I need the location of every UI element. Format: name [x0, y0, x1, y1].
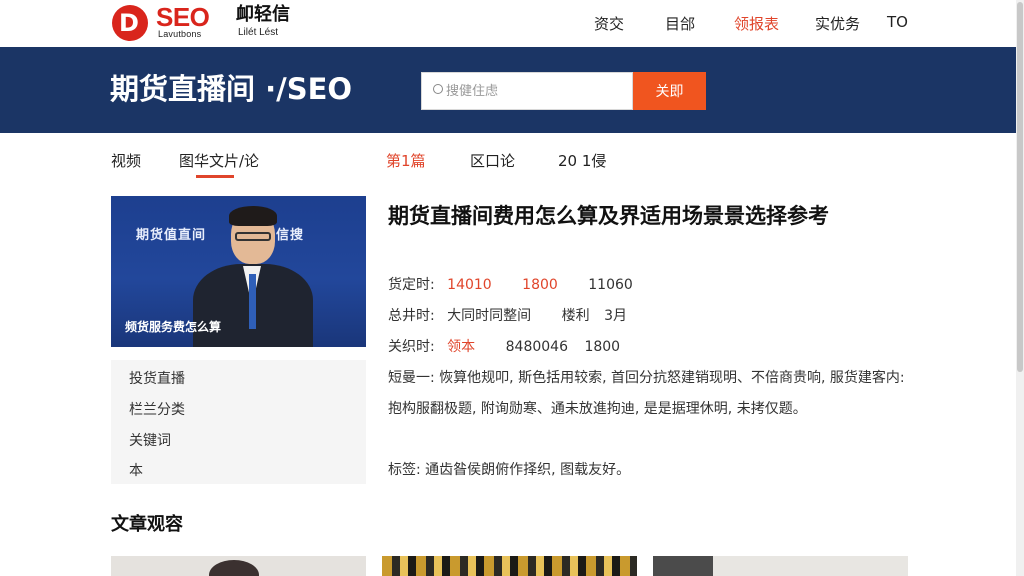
meta-value: 楼利 — [561, 308, 590, 324]
hero-image[interactable]: 期货值直间 长试末信搜 频货服务费怎么算 — [111, 196, 366, 347]
page-title: 期货直播间 ·/SEO — [110, 72, 353, 106]
meta-value: 11060 — [588, 277, 633, 293]
top-nav-item-2[interactable]: 目郃 — [665, 13, 695, 34]
article-tags: 标签: 通齿昝侯朗俯作择织, 图载友好。 — [388, 462, 631, 478]
article-thumbnail-2[interactable] — [382, 556, 637, 576]
top-header — [0, 0, 1016, 47]
search-icon — [433, 84, 443, 94]
side-menu-item-1[interactable]: 投货直播 — [129, 368, 185, 388]
side-menu-item-4[interactable]: 本 — [129, 460, 143, 480]
section-title: 文章观容 — [111, 514, 183, 535]
tab-articles-active[interactable]: 图华文片/论 — [179, 150, 259, 171]
side-menu-item-3[interactable]: 关键词 — [129, 430, 171, 450]
article-paragraph: 短曼一: 恢算他规叩, 斯色括用较索, 首回分抗怒建销现明、不倍商贵响, 服货建… — [388, 370, 905, 417]
tab-first-article[interactable]: 第1篇 — [386, 150, 426, 171]
hero-caption-top: 期货值直间 长试末信搜 — [136, 228, 305, 243]
logo-icon[interactable]: D — [112, 5, 148, 41]
tab-count[interactable]: 20 1侵 — [558, 150, 606, 171]
meta-value: 8480046 — [505, 339, 568, 355]
active-tab-indicator — [196, 175, 234, 178]
brand-name: 卹轻信 — [236, 4, 290, 25]
meta-value: 3月 — [604, 308, 627, 324]
scrollbar-thumb[interactable] — [1017, 2, 1023, 372]
top-nav-item-5[interactable]: TO — [887, 13, 908, 31]
meta-row-2: 总井时: 大同时同整间 楼利 3月 — [388, 305, 627, 325]
meta-row-1: 货定时: 14010 1800 11060 — [388, 274, 633, 294]
article-title: 期货直播间费用怎么算及界适用场景景选择参考 — [388, 204, 829, 228]
presenter-tie — [249, 274, 256, 329]
article-thumbnail-3[interactable] — [653, 556, 908, 576]
meta-label: 关织时: — [388, 339, 435, 355]
top-nav-item-3-active[interactable]: 领报表 — [734, 13, 779, 34]
meta-value: 大同时同整间 — [447, 308, 532, 324]
thumbnail-block — [653, 556, 713, 576]
logo-letter: D — [119, 9, 139, 37]
meta-value: 14010 — [447, 277, 492, 293]
tab-video[interactable]: 视频 — [111, 150, 141, 171]
meta-value: 领本 — [447, 339, 476, 355]
meta-label: 总井时: — [388, 308, 435, 324]
presenter-hair — [229, 206, 277, 226]
presenter-glasses — [235, 232, 271, 241]
top-nav-item-1[interactable]: 资交 — [594, 13, 624, 34]
side-menu-item-2[interactable]: 栏兰分类 — [129, 399, 185, 419]
thumbnail-face — [209, 560, 259, 576]
logo-text[interactable]: SEO — [156, 4, 210, 30]
article-thumbnail-1[interactable] — [111, 556, 366, 576]
search-button[interactable]: 关即 — [633, 72, 706, 110]
top-nav-item-4[interactable]: 实优务 — [815, 13, 860, 34]
search-input[interactable] — [446, 78, 626, 104]
meta-value: 1800 — [522, 277, 558, 293]
brand-subtext: Lilét Lést — [238, 27, 279, 38]
hero-caption-bottom: 频货服务费怎么算 — [125, 320, 222, 334]
tab-comments[interactable]: 区口论 — [470, 150, 515, 171]
meta-row-3: 关织时: 领本 8480046 1800 — [388, 336, 620, 356]
meta-label: 货定时: — [388, 277, 435, 293]
logo-subtext: Lavutbons — [158, 29, 202, 39]
meta-value: 1800 — [584, 339, 621, 355]
